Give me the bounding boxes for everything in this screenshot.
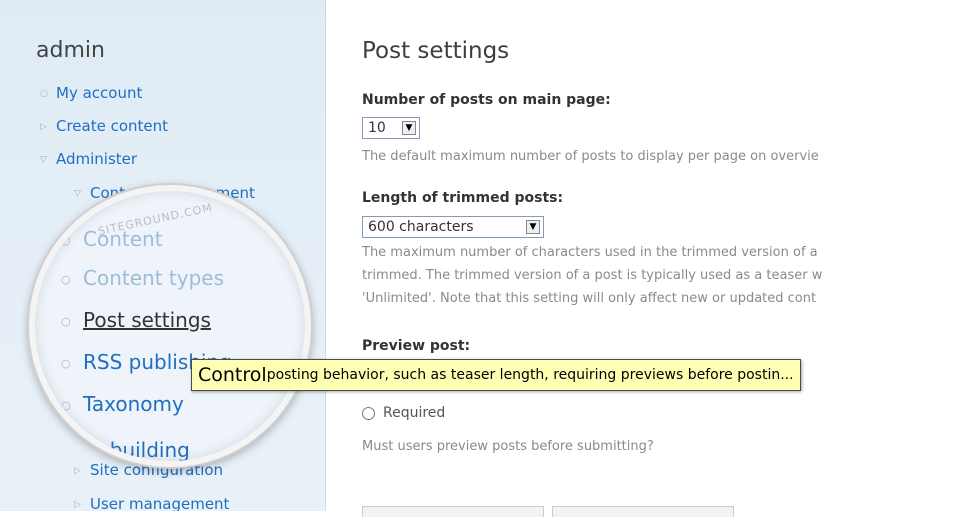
- sidebar-item-label[interactable]: Post settings: [83, 308, 211, 332]
- select-value: 600 characters: [368, 219, 474, 235]
- save-button[interactable]: [362, 506, 544, 517]
- sidebar-item-create-content[interactable]: ▷ Create content: [40, 117, 168, 135]
- dropdown-arrow-icon[interactable]: ▼: [526, 220, 540, 234]
- sidebar-item-label[interactable]: Content: [83, 227, 163, 251]
- sidebar-username: admin: [36, 38, 105, 63]
- trim-length-description-line: The maximum number of characters used in…: [362, 245, 818, 260]
- preview-required-radio[interactable]: Required: [362, 405, 445, 421]
- collapsed-arrow-icon: ▷: [74, 499, 81, 510]
- sidebar-item-label[interactable]: Taxonomy: [83, 392, 184, 416]
- leaf-bullet-icon: ○: [61, 357, 71, 370]
- sidebar-item-label[interactable]: User management: [90, 495, 229, 511]
- leaf-bullet-icon: ○: [61, 399, 71, 412]
- leaf-bullet-icon: ○: [40, 88, 48, 99]
- trim-length-label: Length of trimmed posts:: [362, 190, 564, 206]
- sidebar-item-label[interactable]: Site building: [65, 438, 190, 461]
- collapsed-arrow-icon: ▷: [43, 445, 52, 458]
- expanded-arrow-icon: ▽: [40, 154, 47, 165]
- sidebar-item-administer[interactable]: ▽ Administer: [40, 150, 137, 168]
- tooltip: Control posting behavior, such as teaser…: [191, 359, 801, 391]
- posts-per-page-select[interactable]: 10 ▼: [362, 117, 420, 139]
- trim-length-description-line: 'Unlimited'. Note that this setting will…: [362, 291, 817, 306]
- trim-length-description-line: trimmed. The trimmed version of a post i…: [362, 268, 823, 283]
- collapsed-arrow-icon: ▷: [74, 465, 81, 476]
- main-content: Post settings Number of posts on main pa…: [326, 0, 960, 517]
- reset-button[interactable]: [552, 506, 734, 517]
- collapsed-arrow-icon: ▷: [40, 121, 47, 132]
- sidebar-item-user-management[interactable]: ▷ User management: [74, 495, 229, 511]
- sidebar-item-label[interactable]: My account: [56, 84, 142, 102]
- sidebar-item-label[interactable]: Create content: [56, 117, 168, 135]
- radio-button-icon[interactable]: [362, 406, 375, 420]
- sidebar-item-taxonomy[interactable]: ○ Taxonomy: [61, 392, 184, 416]
- trim-length-select[interactable]: 600 characters ▼: [362, 216, 544, 238]
- select-value: 10: [368, 120, 386, 136]
- tooltip-text: posting behavior, such as teaser length,…: [266, 367, 794, 383]
- sidebar-item-site-building[interactable]: ▷ Site building: [43, 438, 190, 461]
- magnifier-lens: SITEGROUND.COM ○ Content ○ Content types ○…: [29, 185, 311, 467]
- sidebar-item-content-types[interactable]: ○ Content types: [61, 266, 224, 290]
- leaf-bullet-icon: ○: [61, 315, 71, 328]
- expanded-arrow-icon: ▽: [74, 188, 81, 199]
- leaf-bullet-icon: ○: [61, 234, 71, 247]
- leaf-bullet-icon: ○: [61, 273, 71, 286]
- sidebar-item-my-account[interactable]: ○ My account: [40, 84, 142, 102]
- posts-per-page-label: Number of posts on main page:: [362, 92, 611, 108]
- tooltip-first-word: Control: [198, 364, 267, 386]
- sidebar-item-post-settings[interactable]: ○ Post settings: [61, 308, 211, 332]
- sidebar-item-content[interactable]: ○ Content: [61, 227, 163, 251]
- radio-label: Required: [383, 405, 446, 421]
- preview-post-label: Preview post:: [362, 338, 471, 354]
- preview-description: Must users preview posts before submitti…: [362, 439, 654, 454]
- dropdown-arrow-icon[interactable]: ▼: [402, 121, 416, 135]
- sidebar-item-label[interactable]: Content types: [83, 266, 224, 290]
- sidebar-item-label[interactable]: Administer: [56, 150, 137, 168]
- page-title: Post settings: [362, 38, 510, 64]
- posts-per-page-description: The default maximum number of posts to d…: [362, 149, 819, 164]
